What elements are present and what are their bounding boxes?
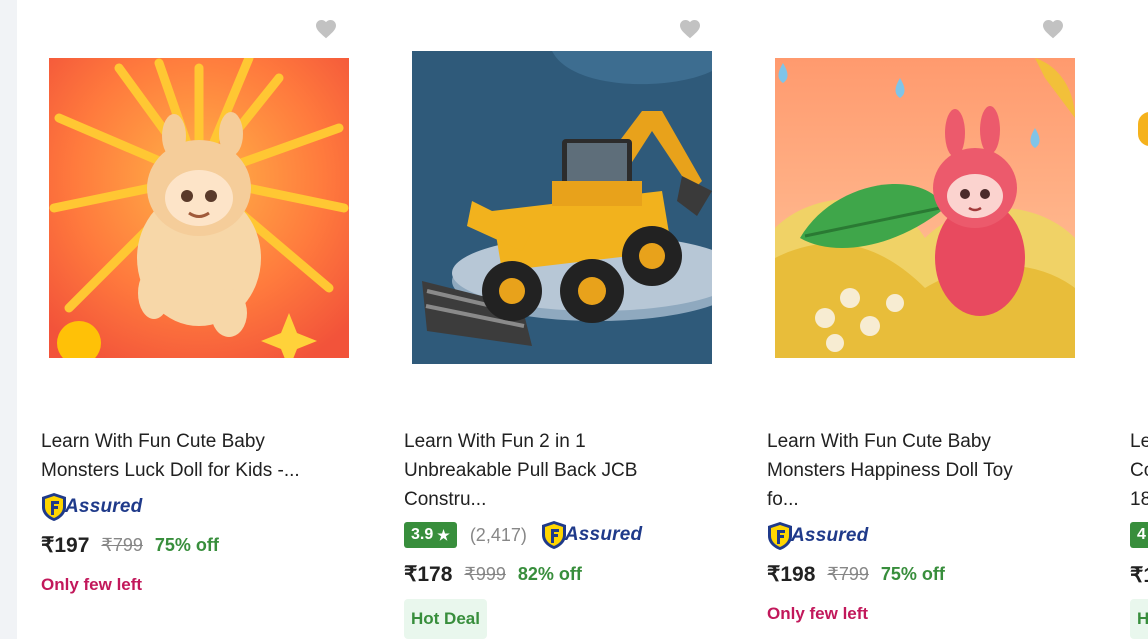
product-title[interactable]: Learn With Fun Cute Baby Monsters Luck D… (41, 427, 361, 485)
price-row: ₹197 ₹799 75% off (41, 533, 219, 558)
assured-badge: Assured (541, 520, 642, 550)
partial-image-edge-icon (1138, 112, 1148, 146)
selling-price: ₹1 (1130, 564, 1148, 587)
product-card[interactable]: Learn With Fun Cute Baby Monsters Luck D… (41, 0, 381, 639)
product-title[interactable]: Learn With Fun 2 in 1 Unbreakable Pull B… (404, 427, 724, 514)
title-line: Learn With Fun Cute Baby (41, 431, 265, 452)
orange-luck-monster-doll-icon (49, 58, 349, 358)
next-product-card-partial[interactable]: Le Co 18 4 ₹1 H (1120, 0, 1148, 639)
selling-price: ₹198 (767, 563, 816, 586)
red-happiness-monster-doll-icon (775, 58, 1075, 358)
title-line: Le (1130, 431, 1148, 452)
title-line: Co (1130, 460, 1148, 481)
title-line: 18 (1130, 489, 1148, 510)
price-row: ₹198 ₹799 75% off (767, 562, 945, 587)
review-count: (2,417) (469, 524, 527, 545)
title-line: Monsters Happiness Doll Toy (767, 460, 1013, 481)
wishlist-heart-icon[interactable] (314, 17, 338, 41)
original-price: ₹799 (101, 535, 143, 555)
title-line: Unbreakable Pull Back JCB (404, 460, 638, 481)
title-line: Learn With Fun 2 in 1 (404, 431, 586, 452)
product-image[interactable] (775, 58, 1075, 358)
rating-row: 3.9 ★ (2,417) Assured (404, 520, 642, 550)
assured-label: Assured (564, 524, 643, 545)
stock-note: Only few left (767, 604, 869, 623)
price-row: ₹178 ₹999 82% off (404, 562, 582, 587)
star-icon: ★ (437, 526, 450, 543)
assured-badge: Assured (41, 492, 142, 522)
product-card[interactable]: Learn With Fun 2 in 1 Unbreakable Pull B… (404, 0, 744, 639)
rating-badge: 3.9 ★ (404, 522, 457, 548)
assured-badge: Assured (767, 521, 868, 551)
discount-percent: 82% off (517, 564, 582, 584)
title-line: Learn With Fun Cute Baby (767, 431, 991, 452)
assured-shield-icon (541, 521, 566, 549)
yellow-backhoe-loader-toy-icon (412, 51, 712, 364)
title-line: fo... (767, 489, 799, 510)
discount-percent: 75% off (880, 564, 945, 584)
wishlist-heart-icon[interactable] (678, 17, 702, 41)
title-line: Monsters Luck Doll for Kids -... (41, 460, 300, 481)
discount-percent: 75% off (154, 535, 219, 555)
wishlist-heart-icon[interactable] (1041, 17, 1065, 41)
product-title[interactable]: Learn With Fun Cute Baby Monsters Happin… (767, 427, 1087, 514)
selling-price: ₹197 (41, 534, 90, 557)
rating-badge: 4 (1130, 522, 1148, 548)
assured-shield-icon (42, 493, 66, 521)
product-card[interactable]: Learn With Fun Cute Baby Monsters Happin… (767, 0, 1107, 639)
product-image[interactable] (49, 58, 349, 358)
assured-label: Assured (65, 496, 143, 517)
title-line: Constru... (404, 489, 487, 510)
rating-value: 3.9 (411, 526, 434, 543)
selling-price: ₹178 (404, 563, 453, 586)
stock-note: Only few left (41, 575, 143, 594)
assured-shield-icon (768, 522, 792, 550)
left-rail (0, 0, 17, 639)
original-price: ₹799 (827, 564, 869, 584)
product-image[interactable] (412, 51, 712, 364)
hot-deal-badge: Hot Deal (404, 599, 487, 639)
original-price: ₹999 (464, 564, 506, 584)
hot-deal-badge: H (1130, 599, 1148, 639)
assured-label: Assured (791, 525, 869, 546)
